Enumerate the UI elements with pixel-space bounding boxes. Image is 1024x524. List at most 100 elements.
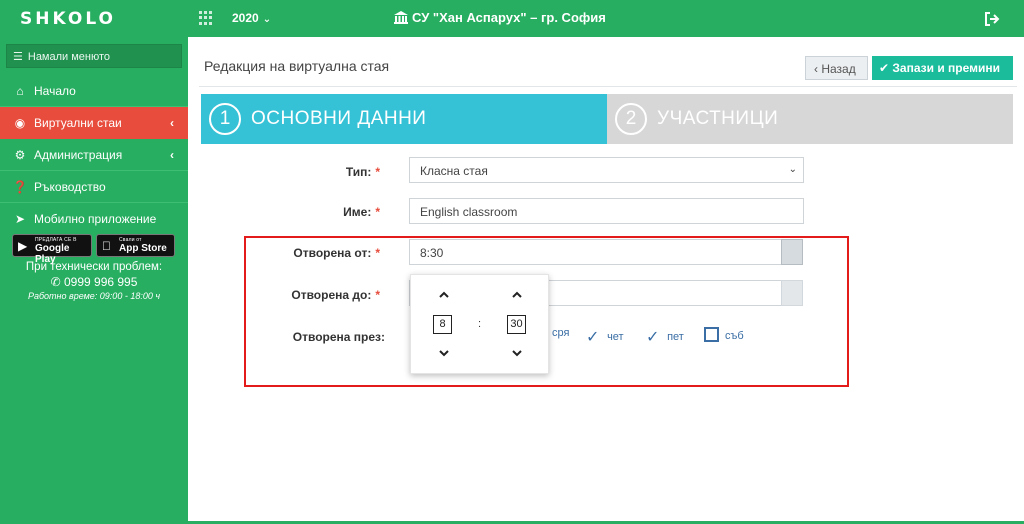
sidebar-item-virtual-rooms[interactable]: ◉ Виртуални стаи ‹ xyxy=(0,107,188,139)
page-title: Редакция на виртуална стая xyxy=(204,58,390,74)
save-label: Запази и премини xyxy=(892,61,1001,75)
type-label: Тип: * xyxy=(200,165,380,179)
wizard-steps: 1 ОСНОВНИ ДАННИ 2 УЧАСТНИЦИ xyxy=(201,94,1013,144)
rocket-icon: ➤ xyxy=(14,212,26,226)
hamburger-icon: ☰ xyxy=(13,51,23,63)
school-building-icon xyxy=(394,11,408,24)
required-mark: * xyxy=(375,165,380,179)
open-to-label-text: Отворена до: xyxy=(291,288,372,302)
time-separator: : xyxy=(478,318,482,330)
name-input[interactable]: English classroom xyxy=(409,198,804,224)
minute-down-chevron-icon[interactable] xyxy=(507,345,527,361)
hour-up-chevron-icon[interactable] xyxy=(434,287,454,303)
checkmark-icon: ✓ xyxy=(646,329,660,346)
chevron-left-icon: ‹ xyxy=(170,116,174,130)
app-logo[interactable]: SHKOLO xyxy=(20,9,116,29)
logout-icon[interactable] xyxy=(984,12,1000,26)
name-input-value: English classroom xyxy=(420,205,518,219)
hour-value[interactable]: 8 xyxy=(433,315,452,334)
school-label: СУ "Хан Аспарух" – гр. София xyxy=(412,10,606,25)
open-to-label: Отворена до: * xyxy=(200,288,380,302)
chevron-left-icon: ‹ xyxy=(814,62,818,76)
check-icon: ✔ xyxy=(879,61,890,75)
open-from-input[interactable]: 8:30 xyxy=(409,239,782,265)
day-label: съб xyxy=(725,330,744,342)
sidebar-item-label: Начало xyxy=(34,84,76,98)
checkmark-icon: ✓ xyxy=(586,329,600,346)
day-checkbox-sat[interactable]: съб xyxy=(704,327,744,342)
open-from-label-text: Отворена от: xyxy=(293,246,372,260)
time-picker-popup: 8 : 30 xyxy=(410,274,549,374)
gears-icon: ⚙ xyxy=(14,148,26,162)
day-checkbox-fri[interactable]: ✓ пет xyxy=(646,327,684,347)
chevron-down-icon: ⌄ xyxy=(788,164,797,175)
sidebar-item-label: Мобилно приложение xyxy=(34,212,157,226)
open-days-label-text: Отворена през: xyxy=(292,330,385,344)
app-store-label: App Store xyxy=(119,243,167,254)
minute-value[interactable]: 30 xyxy=(507,315,526,334)
app-store-button[interactable]:  Свали от App Store xyxy=(96,234,175,257)
name-label-text: Име: xyxy=(343,205,372,219)
open-from-addon[interactable] xyxy=(781,239,803,265)
sidebar-item-label: Администрация xyxy=(34,148,123,162)
step-label: ОСНОВНИ ДАННИ xyxy=(251,108,427,129)
sidebar-item-guide[interactable]: ❓ Ръководство xyxy=(0,171,188,203)
year-value: 2020 xyxy=(232,11,259,25)
hour-down-chevron-icon[interactable] xyxy=(434,345,454,361)
support-phone[interactable]: ✆ 0999 996 995 xyxy=(0,275,188,289)
step-number: 2 xyxy=(615,103,647,135)
collapse-menu-button[interactable]: ☰ Намали менюто xyxy=(6,44,182,68)
sidebar: ☰ Намали менюто ⌂ Начало ◉ Виртуални стаи ‹… xyxy=(0,37,188,524)
home-icon: ⌂ xyxy=(16,84,24,98)
chevron-left-icon: ‹ xyxy=(170,148,174,162)
type-select[interactable]: Класна стая ⌄ xyxy=(409,157,804,183)
support-text: При технически проблем: xyxy=(25,261,163,273)
name-label: Име: * xyxy=(200,205,380,219)
top-bar: SHKOLO 2020 ⌄ СУ "Хан Аспарух" – гр. Софи… xyxy=(0,0,1024,37)
step-basic-data[interactable]: 1 ОСНОВНИ ДАННИ xyxy=(201,94,607,144)
type-label-text: Тип: xyxy=(345,165,372,179)
school-name: СУ "Хан Аспарух" – гр. София xyxy=(394,10,606,25)
required-mark: * xyxy=(375,288,380,302)
question-icon: ❓ xyxy=(12,180,28,194)
year-selector[interactable]: 2020 ⌄ xyxy=(232,11,271,25)
type-select-value: Класна стая xyxy=(420,164,488,178)
day-label: сря xyxy=(552,327,570,339)
open-to-addon[interactable] xyxy=(781,280,803,306)
minute-up-chevron-icon[interactable] xyxy=(507,287,527,303)
sidebar-item-home[interactable]: ⌂ Начало xyxy=(0,75,188,107)
day-checkbox-thu[interactable]: ✓ чет xyxy=(586,327,624,347)
back-label: Назад xyxy=(821,62,856,76)
required-mark: * xyxy=(375,205,380,219)
apple-icon:  xyxy=(102,239,111,253)
step-number: 1 xyxy=(209,103,241,135)
save-and-continue-button[interactable]: ✔ Запази и премини xyxy=(872,56,1013,80)
empty-checkbox-icon xyxy=(704,327,719,342)
collapse-menu-label: Намали менюто xyxy=(27,51,111,63)
store-badges: ▶ ПРЕДЛАГА СЕ В Google Play  Свали от A… xyxy=(12,234,176,265)
required-mark: * xyxy=(375,246,380,260)
sidebar-item-label: Ръководство xyxy=(34,180,106,194)
divider xyxy=(199,86,1017,87)
phone-icon: ✆ xyxy=(50,275,61,289)
sidebar-item-label: Виртуални стаи xyxy=(34,116,122,130)
open-from-label: Отворена от: * xyxy=(200,246,380,260)
step-label: УЧАСТНИЦИ xyxy=(657,108,779,129)
chevron-down-icon: ⌄ xyxy=(262,14,272,25)
back-button[interactable]: ‹ Назад xyxy=(805,56,868,80)
play-icon: ▶ xyxy=(18,239,28,253)
support-info: При технически проблем: ✆ 0999 996 995 Р… xyxy=(0,261,188,301)
support-hours: Работно време: 09:00 - 18:00 ч xyxy=(27,291,161,301)
day-label: чет xyxy=(607,331,624,343)
sidebar-item-administration[interactable]: ⚙ Администрация ‹ xyxy=(0,139,188,171)
apps-grid-icon[interactable] xyxy=(199,11,213,25)
sidebar-item-mobile-app[interactable]: ➤ Мобилно приложение xyxy=(0,203,188,235)
day-checkbox-wed[interactable]: сря xyxy=(552,327,569,339)
open-from-value: 8:30 xyxy=(420,246,444,260)
google-play-button[interactable]: ▶ ПРЕДЛАГА СЕ В Google Play xyxy=(12,234,92,265)
day-label: пет xyxy=(667,331,684,343)
phone-number: 0999 996 995 xyxy=(64,275,138,289)
webcam-icon: ◉ xyxy=(14,116,26,130)
open-days-label: Отворена през: xyxy=(205,330,385,344)
step-participants[interactable]: 2 УЧАСТНИЦИ xyxy=(607,94,1013,144)
